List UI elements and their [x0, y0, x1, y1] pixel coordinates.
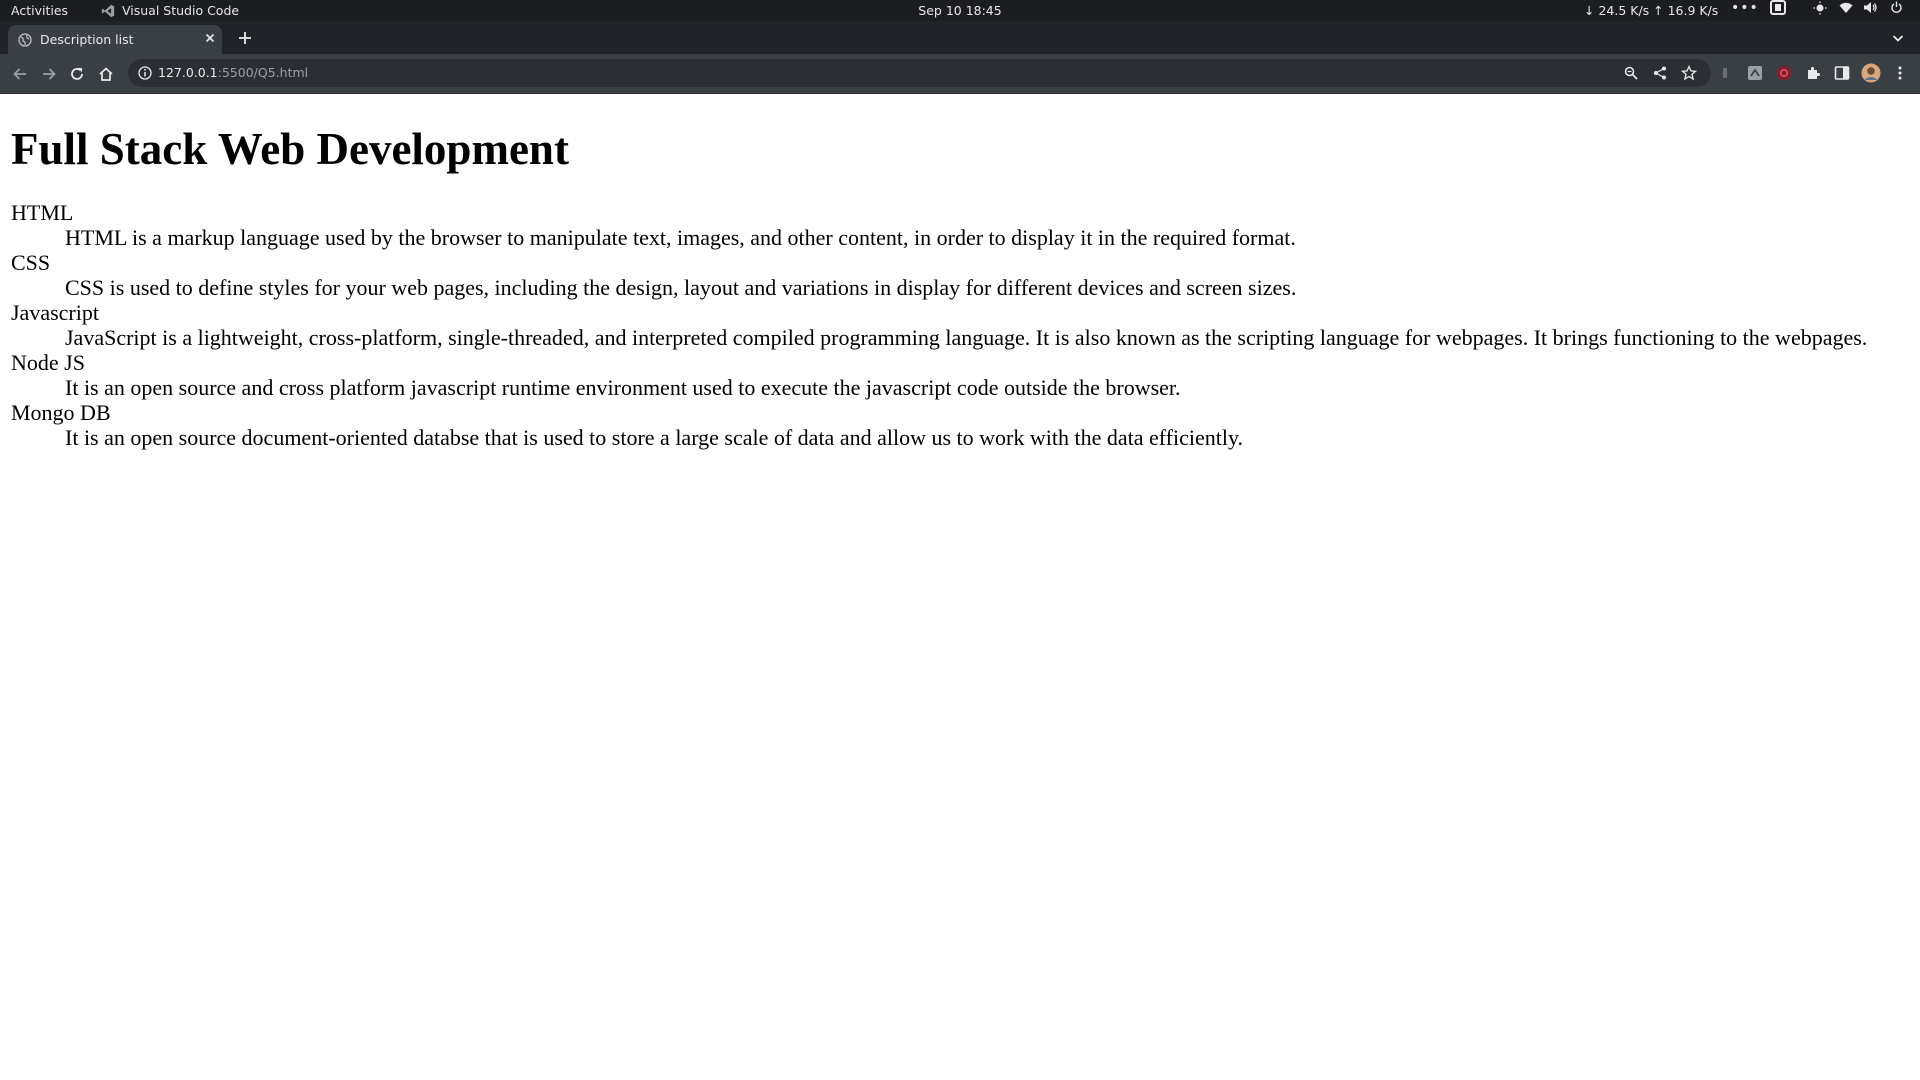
more-indicators-icon[interactable]: ••• — [1731, 0, 1759, 16]
new-tab-plus-icon[interactable] — [236, 29, 254, 47]
side-panel-icon[interactable] — [1833, 64, 1851, 82]
vscode-icon — [101, 4, 115, 17]
arrow-left-icon — [13, 68, 26, 80]
bookmark-star-icon[interactable] — [1681, 65, 1697, 81]
browser-menu-icon[interactable] — [1891, 64, 1909, 82]
definition-description: It is an open source and cross platform … — [65, 375, 1181, 400]
definition-description: CSS is used to define styles for your we… — [65, 275, 1297, 300]
address-bar[interactable]: 127.0.0.1:5500/Q5.html — [128, 59, 1711, 87]
volume-icon[interactable] — [1862, 0, 1878, 15]
profile-avatar[interactable] — [1861, 63, 1881, 83]
extension-gray-icon[interactable] — [1746, 64, 1764, 82]
url-path: :5500/Q5.html — [217, 65, 309, 80]
url-text[interactable]: 127.0.0.1:5500/Q5.html — [158, 65, 308, 80]
reload-button[interactable] — [67, 64, 87, 84]
extensions-puzzle-icon[interactable] — [1804, 64, 1822, 82]
tab-description-list[interactable]: Description list — [8, 25, 222, 54]
site-info-icon[interactable] — [137, 65, 153, 81]
power-icon[interactable] — [1888, 0, 1904, 15]
home-icon — [99, 67, 113, 81]
back-button[interactable] — [10, 64, 30, 84]
home-button[interactable] — [96, 64, 116, 84]
zoom-icon[interactable] — [1623, 65, 1639, 81]
close-tab-icon[interactable] — [202, 30, 218, 46]
url-host: 127.0.0.1 — [158, 65, 218, 80]
extension-red-icon[interactable] — [1775, 64, 1793, 82]
screenshot-tool-icon[interactable] — [1770, 0, 1786, 15]
clock[interactable]: Sep 10 18:45 — [918, 3, 1001, 18]
browser-toolbar: 127.0.0.1:5500/Q5.html — [0, 54, 1920, 94]
description-list: HTML HTML is a markup language used by th… — [11, 200, 1867, 450]
forward-button[interactable] — [39, 64, 59, 84]
network-speed-indicator[interactable]: ↓ 24.5 K/s ↑ 16.9 K/s — [1584, 3, 1718, 18]
tab-strip: Description list — [0, 21, 1920, 54]
tab-search-chevron-down-icon[interactable] — [1890, 30, 1906, 46]
definition-term: Mongo DB — [11, 400, 111, 425]
night-light-icon[interactable] — [1812, 0, 1828, 15]
tab-title: Description list — [40, 32, 134, 47]
share-icon[interactable] — [1652, 65, 1668, 81]
extension-small-icon[interactable] — [1716, 64, 1734, 82]
system-top-bar: Activities Visual Studio Code Sep 10 18:… — [0, 0, 1920, 21]
app-name: Visual Studio Code — [122, 3, 240, 18]
arrow-right-icon — [43, 68, 56, 80]
activities-button[interactable]: Activities — [11, 3, 68, 18]
reload-icon — [71, 67, 83, 80]
app-menu[interactable]: Visual Studio Code — [101, 3, 239, 18]
definition-description: JavaScript is a lightweight, cross-platf… — [65, 325, 1868, 350]
definition-description: It is an open source document-oriented d… — [65, 425, 1244, 450]
definition-term: Node JS — [11, 350, 85, 375]
definition-description: HTML is a markup language used by the br… — [65, 225, 1296, 250]
page-heading: Full Stack Web Development — [11, 124, 569, 174]
definition-term: HTML — [11, 200, 74, 225]
definition-term: Javascript — [11, 300, 99, 325]
globe-icon — [18, 33, 32, 47]
wifi-icon[interactable] — [1838, 0, 1854, 15]
definition-term: CSS — [11, 250, 51, 275]
page-content: Full Stack Web Development HTML HTML is a… — [0, 94, 1920, 1080]
